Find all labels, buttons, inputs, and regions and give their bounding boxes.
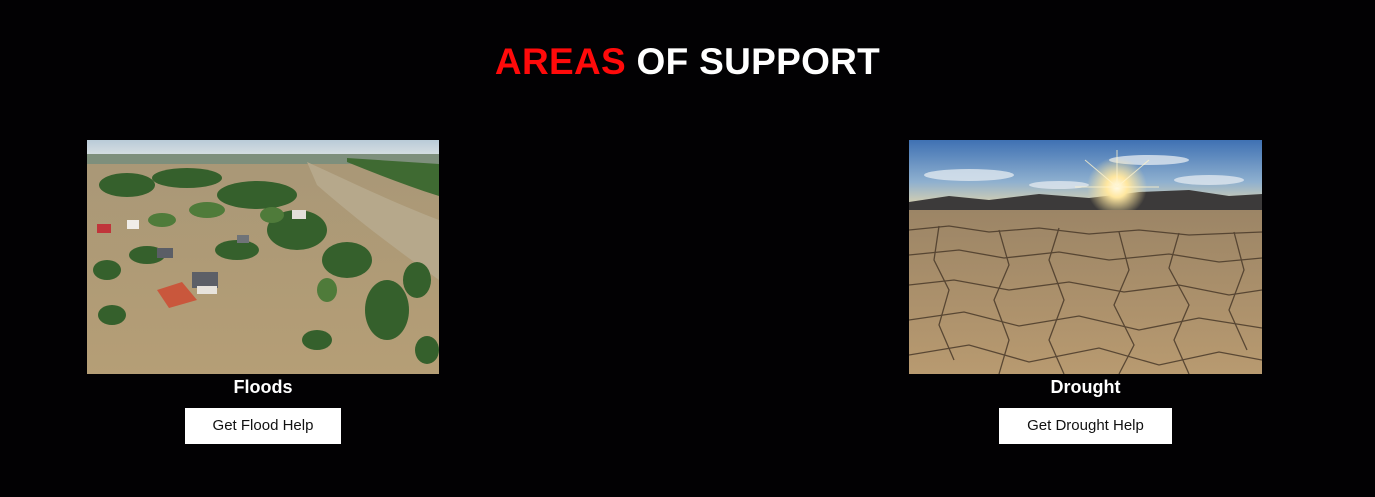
flood-label: Floods — [233, 377, 293, 397]
section-title-accent: AREAS — [494, 41, 626, 82]
drought-card: Drought Get Drought Help — [909, 140, 1262, 444]
get-flood-help-button[interactable]: Get Flood Help — [184, 408, 342, 444]
drought-photo — [909, 140, 1262, 374]
section-title: AREAS OF SUPPORT — [0, 40, 1375, 84]
flood-card: Floods Get Flood Help — [87, 140, 439, 444]
flood-photo — [87, 140, 439, 374]
section-title-rest: OF SUPPORT — [636, 41, 881, 82]
get-drought-help-button[interactable]: Get Drought Help — [999, 408, 1172, 444]
drought-label: Drought — [1050, 377, 1121, 397]
